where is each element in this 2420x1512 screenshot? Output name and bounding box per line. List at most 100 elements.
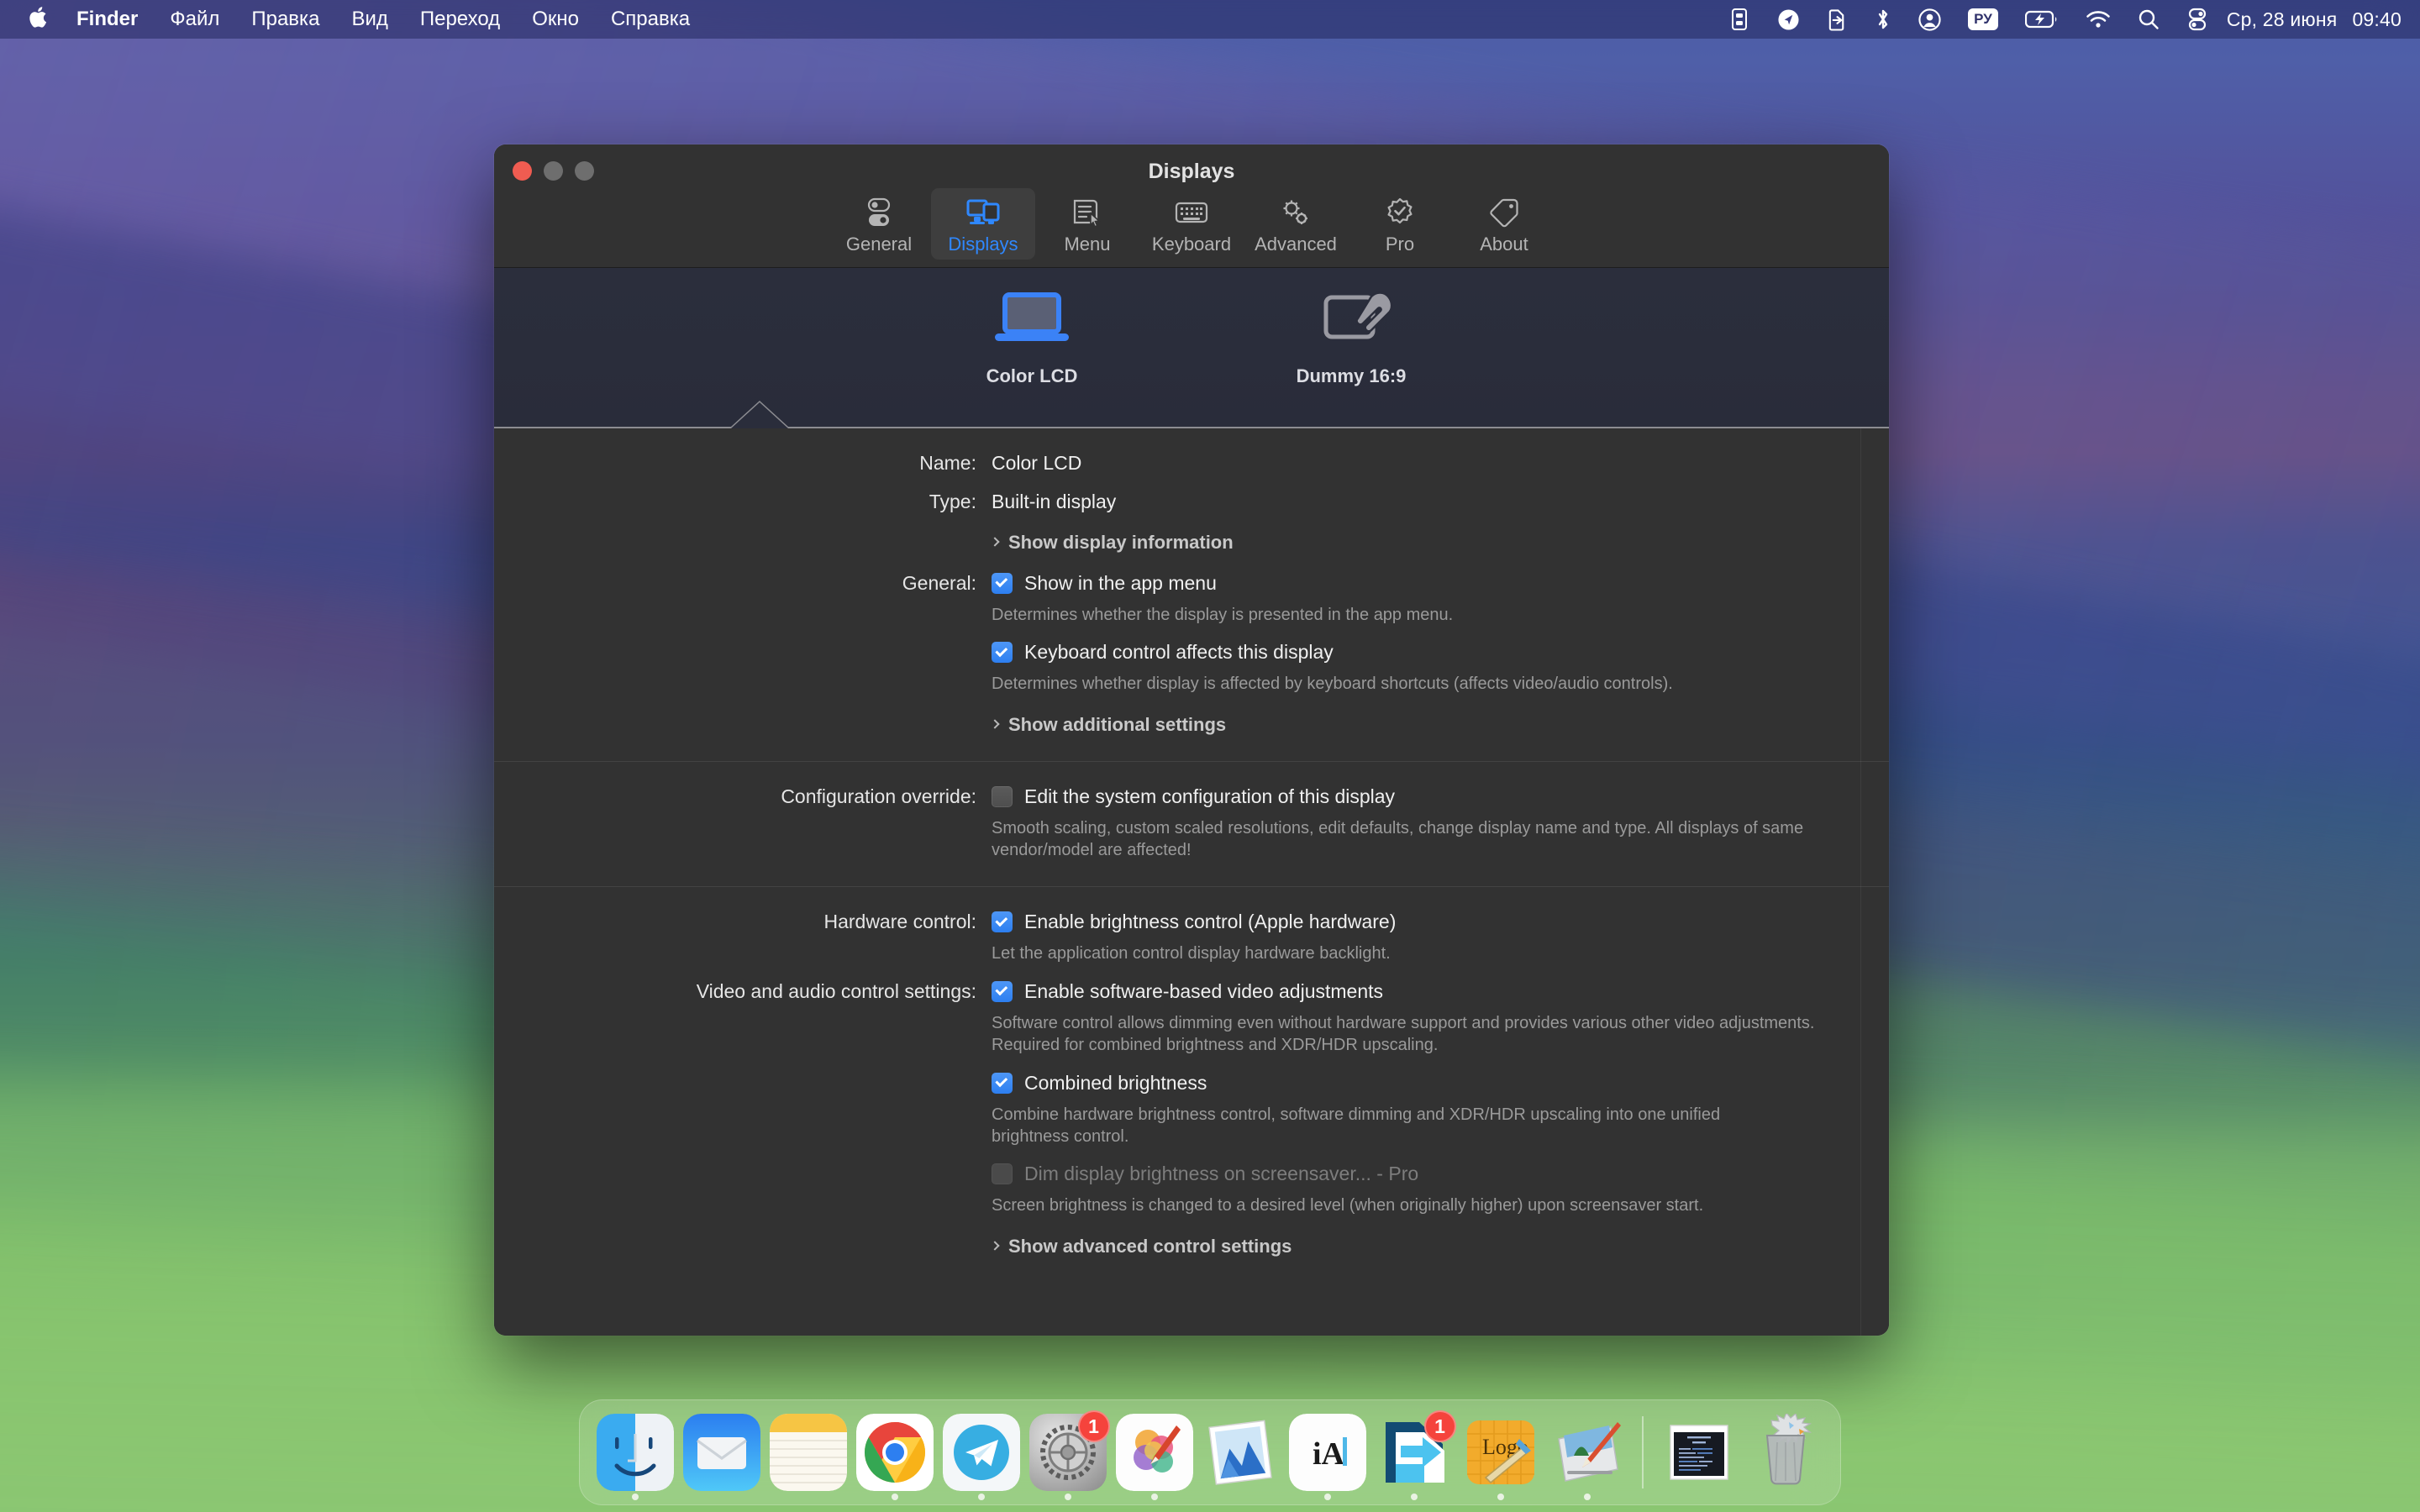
dock-item-google-chrome[interactable] bbox=[851, 1399, 938, 1505]
running-indicator bbox=[978, 1494, 985, 1500]
dummy-display-icon bbox=[1309, 290, 1393, 354]
display-option-label: Dummy 16:9 bbox=[1297, 365, 1407, 387]
badge-check-icon bbox=[1383, 196, 1417, 229]
tab-advanced[interactable]: Advanced bbox=[1244, 188, 1348, 260]
running-indicator bbox=[1411, 1494, 1418, 1500]
menu-item-finder[interactable]: Finder bbox=[65, 9, 154, 29]
selected-display-pointer bbox=[731, 402, 788, 428]
checkbox-keyboard-control[interactable]: Keyboard control affects this display bbox=[992, 641, 1855, 664]
checkbox-enable-software-video[interactable]: Enable software-based video adjustments bbox=[992, 980, 1855, 1003]
menu-item-help[interactable]: Справка bbox=[595, 9, 706, 29]
checkbox-enable-brightness-control[interactable]: Enable brightness control (Apple hardwar… bbox=[992, 911, 1855, 933]
control-center-icon[interactable] bbox=[2173, 8, 2222, 31]
svg-text:iA: iA bbox=[1313, 1436, 1345, 1472]
running-indicator bbox=[1497, 1494, 1504, 1500]
show-additional-settings-toggle[interactable]: Show additional settings bbox=[992, 714, 1855, 736]
tab-keyboard[interactable]: Keyboard bbox=[1139, 188, 1244, 260]
show-display-information-toggle[interactable]: Show display information bbox=[992, 532, 1855, 554]
checkbox-label: Dim display brightness on screensaver...… bbox=[1024, 1163, 1418, 1185]
menu-item-go[interactable]: Переход bbox=[404, 9, 516, 29]
running-indicator bbox=[1065, 1494, 1071, 1500]
hint-edit-system-configuration: Smooth scaling, custom scaled resolution… bbox=[992, 817, 1840, 862]
dock-item-betterdisplay[interactable]: 1 bbox=[1370, 1399, 1457, 1505]
display-menu-icon[interactable] bbox=[1715, 8, 1764, 31]
checkbox-box bbox=[992, 573, 1013, 594]
dock-item-preview[interactable] bbox=[1197, 1399, 1284, 1505]
location-arrow-icon[interactable] bbox=[1764, 8, 1813, 31]
clock-time: 09:40 bbox=[2352, 8, 2402, 30]
checkbox-label: Enable software-based video adjustments bbox=[1024, 980, 1383, 1003]
chevron-right-icon bbox=[990, 538, 999, 547]
laptop-icon bbox=[990, 290, 1074, 354]
row-enable-software-video: Video and audio control settings: Enable… bbox=[494, 965, 1889, 1057]
menu-item-window[interactable]: Окно bbox=[516, 9, 595, 29]
checkbox-label: Edit the system configuration of this di… bbox=[1024, 785, 1395, 808]
dock-item-finder[interactable] bbox=[592, 1399, 678, 1505]
menu-item-view[interactable]: Вид bbox=[335, 9, 403, 29]
input-source-indicator[interactable]: РУ bbox=[1954, 8, 2012, 29]
checkbox-combined-brightness[interactable]: Combined brightness bbox=[992, 1072, 1855, 1095]
tab-about[interactable]: About bbox=[1452, 188, 1556, 260]
running-indicator bbox=[1151, 1494, 1158, 1500]
checkbox-dim-on-screensaver: Dim display brightness on screensaver...… bbox=[992, 1163, 1855, 1185]
section-general: Name: Color LCD Type: Built-in display S… bbox=[494, 428, 1889, 761]
keyboard-icon bbox=[1174, 196, 1209, 229]
chrome-icon bbox=[855, 1412, 935, 1493]
hint-keyboard-control: Determines whether display is affected b… bbox=[992, 673, 1855, 695]
row-show-in-app-menu: General: Show in the app menu Determines… bbox=[494, 554, 1889, 626]
hardware-control-label: Hardware control: bbox=[494, 911, 992, 932]
tab-general[interactable]: General bbox=[827, 188, 931, 260]
hint-combined-brightness: Combine hardware brightness control, sof… bbox=[992, 1104, 1798, 1148]
dock-item-image-editor[interactable] bbox=[1544, 1399, 1630, 1505]
row-show-advanced-control-settings: Show advanced control settings bbox=[494, 1217, 1889, 1291]
battery-charging-icon[interactable] bbox=[2012, 9, 2072, 29]
dock: 1 bbox=[579, 1399, 1841, 1505]
user-account-icon[interactable] bbox=[1905, 8, 1954, 31]
dock-item-system-settings[interactable]: 1 bbox=[1024, 1399, 1111, 1505]
checkbox-box bbox=[992, 786, 1013, 807]
screen-share-icon[interactable] bbox=[1813, 8, 1861, 31]
betterdisplay-icon: 1 bbox=[1374, 1412, 1455, 1493]
display-option-dummy[interactable]: Dummy 16:9 bbox=[1242, 290, 1460, 387]
checkbox-label: Keyboard control affects this display bbox=[1024, 641, 1334, 664]
dock-item-notes[interactable] bbox=[765, 1399, 851, 1505]
window-titlebar[interactable]: Displays General bbox=[494, 144, 1889, 267]
checkbox-edit-system-configuration[interactable]: Edit the system configuration of this di… bbox=[992, 785, 1855, 808]
menu-item-edit[interactable]: Правка bbox=[235, 9, 335, 29]
tab-pro[interactable]: Pro bbox=[1348, 188, 1452, 260]
display-option-color-lcd[interactable]: Color LCD bbox=[923, 290, 1141, 387]
spotlight-search-icon[interactable] bbox=[2124, 8, 2173, 30]
clock-date: Ср, 28 июня bbox=[2227, 8, 2338, 30]
section-hardware-control: Hardware control: Enable brightness cont… bbox=[494, 886, 1889, 1290]
badge-count: 1 bbox=[1424, 1410, 1456, 1442]
gears-icon bbox=[1278, 196, 1313, 229]
running-indicator bbox=[892, 1494, 898, 1500]
dock-item-telegram[interactable] bbox=[938, 1399, 1024, 1505]
ia-writer-icon: iA bbox=[1287, 1412, 1368, 1493]
tab-general-label: General bbox=[846, 235, 912, 254]
bluetooth-icon[interactable] bbox=[1861, 8, 1905, 31]
tab-displays[interactable]: Displays bbox=[931, 188, 1035, 260]
type-label: Type: bbox=[494, 491, 992, 512]
menu-item-file[interactable]: Файл bbox=[154, 9, 235, 29]
screenshot-file-icon bbox=[1659, 1412, 1739, 1493]
desktop: Finder Файл Правка Вид Переход Окно Спра… bbox=[0, 0, 2420, 1512]
dock-item-pixelmator[interactable] bbox=[1111, 1399, 1197, 1505]
dock-item-mail[interactable] bbox=[678, 1399, 765, 1505]
dock-item-logo-app[interactable]: Logo bbox=[1457, 1399, 1544, 1505]
row-type: Type: Built-in display bbox=[494, 474, 1889, 512]
tab-menu[interactable]: Menu bbox=[1035, 188, 1139, 260]
display-selector-strip: Color LCD Dummy 16:9 bbox=[494, 267, 1889, 428]
menu-bar-clock[interactable]: Ср, 28 июня 09:40 bbox=[2222, 8, 2402, 31]
dock-item-trash[interactable] bbox=[1742, 1399, 1828, 1505]
apple-logo-icon[interactable] bbox=[29, 5, 50, 34]
row-edit-system-configuration: Configuration override: Edit the system … bbox=[494, 762, 1889, 887]
hint-enable-software-video: Software control allows dimming even wit… bbox=[992, 1012, 1832, 1057]
checkbox-show-in-app-menu[interactable]: Show in the app menu bbox=[992, 572, 1855, 595]
row-combined-brightness: Combined brightness Combine hardware bri… bbox=[494, 1057, 1889, 1148]
tab-menu-label: Menu bbox=[1064, 235, 1110, 254]
show-advanced-control-settings-toggle[interactable]: Show advanced control settings bbox=[992, 1236, 1855, 1257]
dock-item-screenshot-file[interactable] bbox=[1655, 1399, 1742, 1505]
wifi-icon[interactable] bbox=[2072, 9, 2124, 29]
dock-item-ia-writer[interactable]: iA bbox=[1284, 1399, 1370, 1505]
